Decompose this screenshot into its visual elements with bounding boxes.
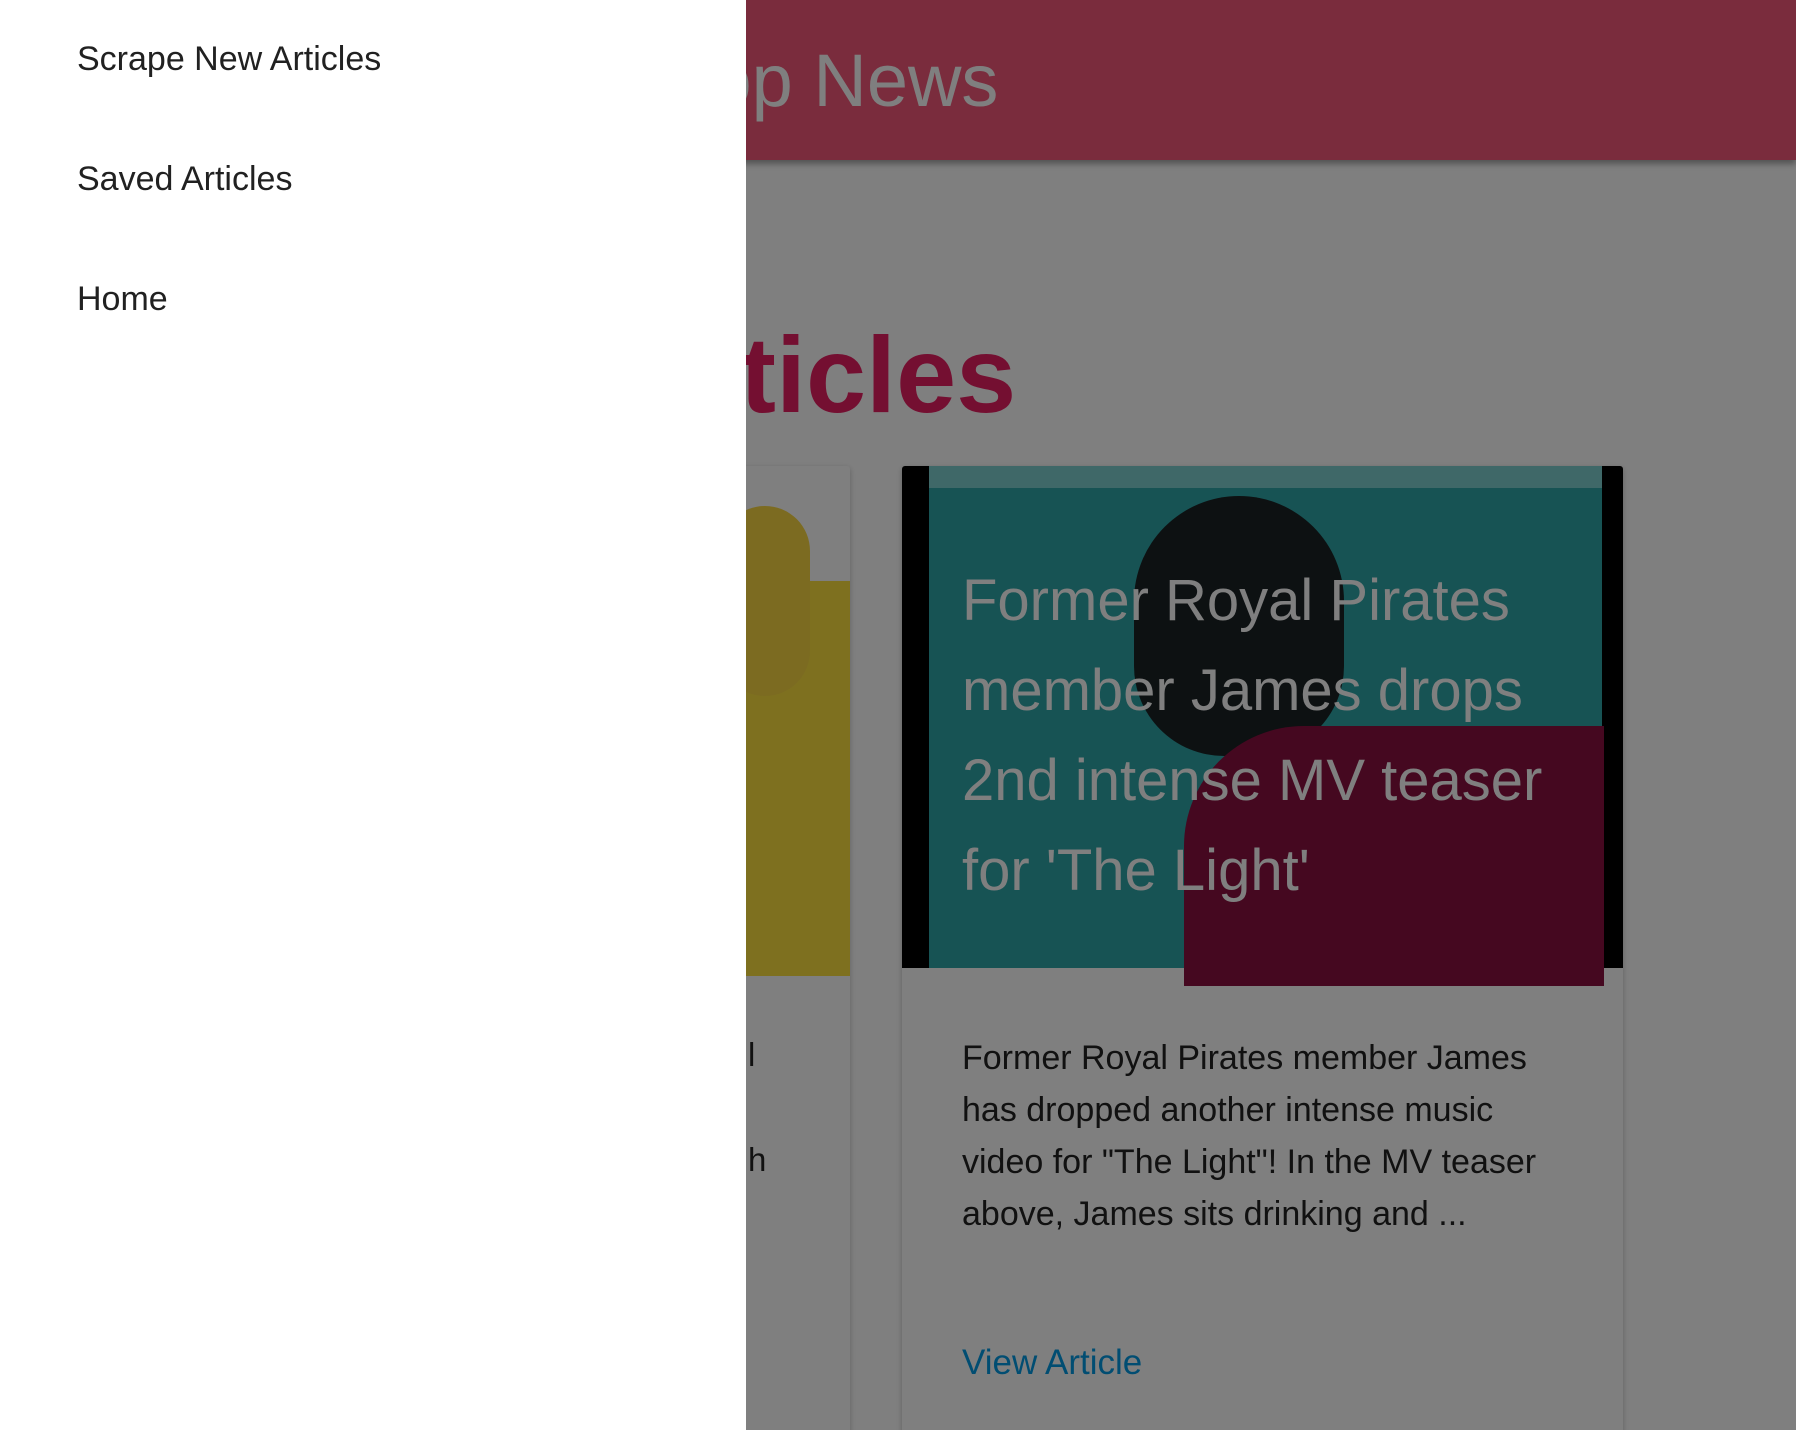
sidenav-item-saved-articles[interactable]: Saved Articles <box>77 160 292 199</box>
sidenav-item-scrape-new-articles[interactable]: Scrape New Articles <box>77 40 381 79</box>
side-nav-drawer: Scrape New Articles Saved Articles Home <box>0 0 746 1430</box>
sidenav-item-home[interactable]: Home <box>77 280 168 319</box>
page-root: Kpop News Articles l h Former Royal Pira… <box>0 0 1796 1430</box>
